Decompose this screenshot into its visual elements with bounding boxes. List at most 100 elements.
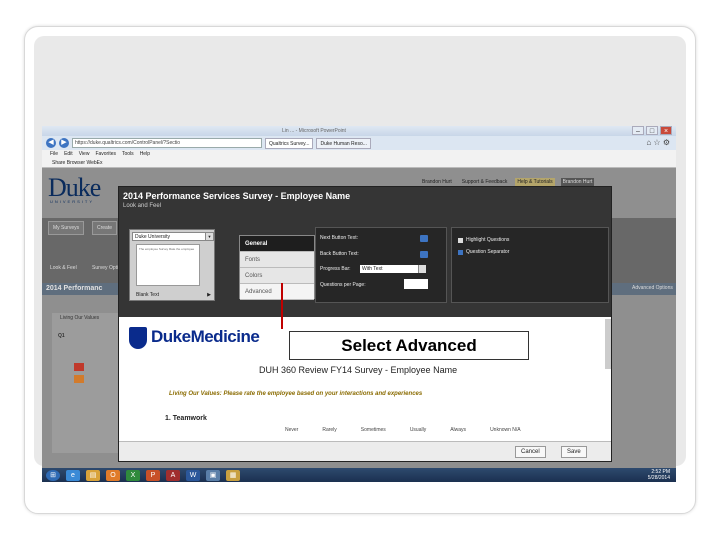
window-title: Lin ... - Microsoft PowerPoint (282, 128, 346, 134)
back-button-label: Back Button Text: (320, 251, 359, 257)
progress-bar-label: Progress Bar: (320, 266, 351, 272)
column-always: Always (450, 427, 467, 433)
home-icon[interactable]: ⌂ (646, 138, 651, 147)
category-colors[interactable]: Colors (240, 268, 314, 284)
display-options: Highlight Questions Question Separator (451, 227, 609, 303)
preview-scrollbar[interactable] (605, 319, 611, 369)
maximize-button[interactable]: □ (646, 126, 658, 135)
tab-duke-hr[interactable]: Duke Human Reso... (316, 137, 371, 149)
help-link[interactable]: Help & Tutorials (515, 178, 555, 186)
tab-create[interactable]: Create (92, 221, 118, 235)
question-separator-label: Question Separator (466, 249, 510, 255)
survey-preview: DukeMedicine Select Advanced DUH 360 Rev… (119, 317, 611, 461)
red-action-icon[interactable] (74, 363, 84, 371)
progress-bar-value: With Text (362, 266, 383, 272)
chevron-down-icon[interactable] (418, 265, 426, 273)
start-icon[interactable]: ⊞ (46, 469, 60, 481)
category-advanced[interactable]: Advanced (240, 284, 314, 300)
duke-medicine-logo: DukeMedicine (151, 327, 260, 346)
callout-box: Select Advanced (289, 331, 529, 360)
column-never: Never (285, 427, 299, 433)
forward-arrow-icon[interactable]: ▶ (59, 138, 69, 148)
category-general[interactable]: General (240, 236, 314, 252)
duke-medicine-shield-icon (129, 327, 147, 349)
next-button-label: Next Button Text: (320, 235, 358, 241)
folder-icon[interactable]: ▤ (86, 469, 100, 481)
tab-my-surveys[interactable]: My Surveys (48, 221, 85, 235)
window-controls: – □ × (632, 126, 672, 135)
back-button-dropdown[interactable] (420, 251, 428, 258)
block-label: Living Our Values (60, 315, 100, 321)
theme-thumbnail: The employee Survey Rate the employee (136, 244, 200, 286)
account-menu[interactable]: Brandon Hurt (560, 178, 595, 186)
ie-icon[interactable]: e (66, 469, 80, 481)
window-titlebar: Lin ... - Microsoft PowerPoint – □ × (42, 126, 676, 136)
menu-tools[interactable]: Tools (122, 150, 134, 159)
network-icon[interactable]: ▣ (206, 469, 220, 481)
column-sometimes: Sometimes (360, 427, 386, 433)
orange-action-icon[interactable] (74, 375, 84, 383)
survey-title: DUH 360 Review FY14 Survey - Employee Na… (259, 365, 458, 375)
theme-select[interactable]: Duke University ▼ (132, 232, 214, 241)
modal-title: 2014 Performance Services Survey - Emplo… (123, 191, 351, 201)
word-icon[interactable]: W (186, 469, 200, 481)
outlook-icon[interactable]: O (106, 469, 120, 481)
user-link[interactable]: Brandon Hurt (420, 178, 454, 186)
question-panel: Living Our Values Q1 (52, 313, 122, 453)
menu-view[interactable]: View (79, 150, 90, 159)
questions-per-page-label: Questions per Page: (320, 282, 366, 288)
star-icon[interactable]: ☆ (653, 138, 660, 147)
category-fonts[interactable]: Fonts (240, 252, 314, 268)
column-unknown: Unknown N/A (490, 427, 521, 433)
clock-date: 5/28/2014 (647, 475, 670, 481)
gear-icon[interactable]: ⚙ (663, 138, 670, 147)
highlight-questions-checkbox[interactable] (458, 238, 463, 243)
util-links: Brandon Hurt Support & Feedback Help & T… (420, 178, 595, 186)
column-rarely: Rarely (322, 427, 337, 433)
close-window-button[interactable]: × (660, 126, 672, 135)
save-button[interactable]: Save (561, 446, 587, 458)
survey-subtitle: Living Our Values: Please rate the emplo… (169, 391, 423, 397)
question-label: Q1 (58, 333, 65, 339)
app-icon[interactable]: ▦ (226, 469, 240, 481)
menu-bar: File Edit View Favorites Tools Help (42, 150, 676, 159)
advanced-options-link[interactable]: Advanced Options (632, 285, 673, 291)
chevron-right-icon[interactable]: ▶ (207, 290, 211, 300)
tab-qualtrics[interactable]: Qualtrics Survey... (265, 137, 314, 149)
next-button-dropdown[interactable] (420, 235, 428, 242)
browser-navbar: ◀ ▶ https://duke.qualtrics.com/ControlPa… (42, 136, 676, 150)
look-feel-button[interactable]: Look & Feel (50, 265, 77, 271)
theme-picker[interactable]: Duke University ▼ The employee Survey Ra… (129, 229, 215, 301)
question-separator-checkbox[interactable] (458, 250, 463, 255)
powerpoint-icon[interactable]: P (146, 469, 160, 481)
menu-edit[interactable]: Edit (64, 150, 73, 159)
modal-footer: Cancel Save (119, 441, 611, 461)
callout-pointer-line (281, 283, 283, 329)
menu-favorites[interactable]: Favorites (95, 150, 116, 159)
questions-per-page-input[interactable] (404, 279, 428, 289)
menu-help[interactable]: Help (140, 150, 150, 159)
minimize-button[interactable]: – (632, 126, 644, 135)
cancel-button[interactable]: Cancel (515, 446, 546, 458)
menu-file[interactable]: File (50, 150, 58, 159)
system-tray: 2:52 PM 5/28/2014 (648, 469, 670, 481)
favorites-bar[interactable]: Share Browser WebEx (42, 159, 676, 168)
browser-icons: ⌂ ☆ ⚙ (646, 138, 670, 147)
address-bar[interactable]: https://duke.qualtrics.com/ControlPanel/… (72, 138, 262, 148)
windows-taskbar: ⊞ e ▤ O X P A W ▣ ▦ 2:52 PM 5/28/2014 (42, 468, 676, 482)
theme-footer-label: Blank Text (136, 292, 159, 298)
excel-icon[interactable]: X (126, 469, 140, 481)
support-link[interactable]: Support & Feedback (460, 178, 510, 186)
access-icon[interactable]: A (166, 469, 180, 481)
rating-columns: Never Rarely Sometimes Usually Always Un… (285, 427, 521, 433)
modal-subtitle: Look and Feel (123, 203, 162, 209)
duke-logo-sub: UNIVERSITY (50, 199, 95, 204)
section-title: 1. Teamwork (165, 415, 207, 422)
column-usually: Usually (409, 427, 427, 433)
highlight-questions-label: Highlight Questions (466, 237, 510, 243)
chevron-down-icon[interactable]: ▼ (205, 233, 213, 240)
back-arrow-icon[interactable]: ◀ (46, 138, 56, 148)
theme-footer[interactable]: Blank Text ▶ (132, 290, 214, 300)
screenshot: Lin ... - Microsoft PowerPoint – □ × ◀ ▶… (42, 126, 676, 482)
progress-bar-select[interactable]: With Text (360, 265, 426, 273)
